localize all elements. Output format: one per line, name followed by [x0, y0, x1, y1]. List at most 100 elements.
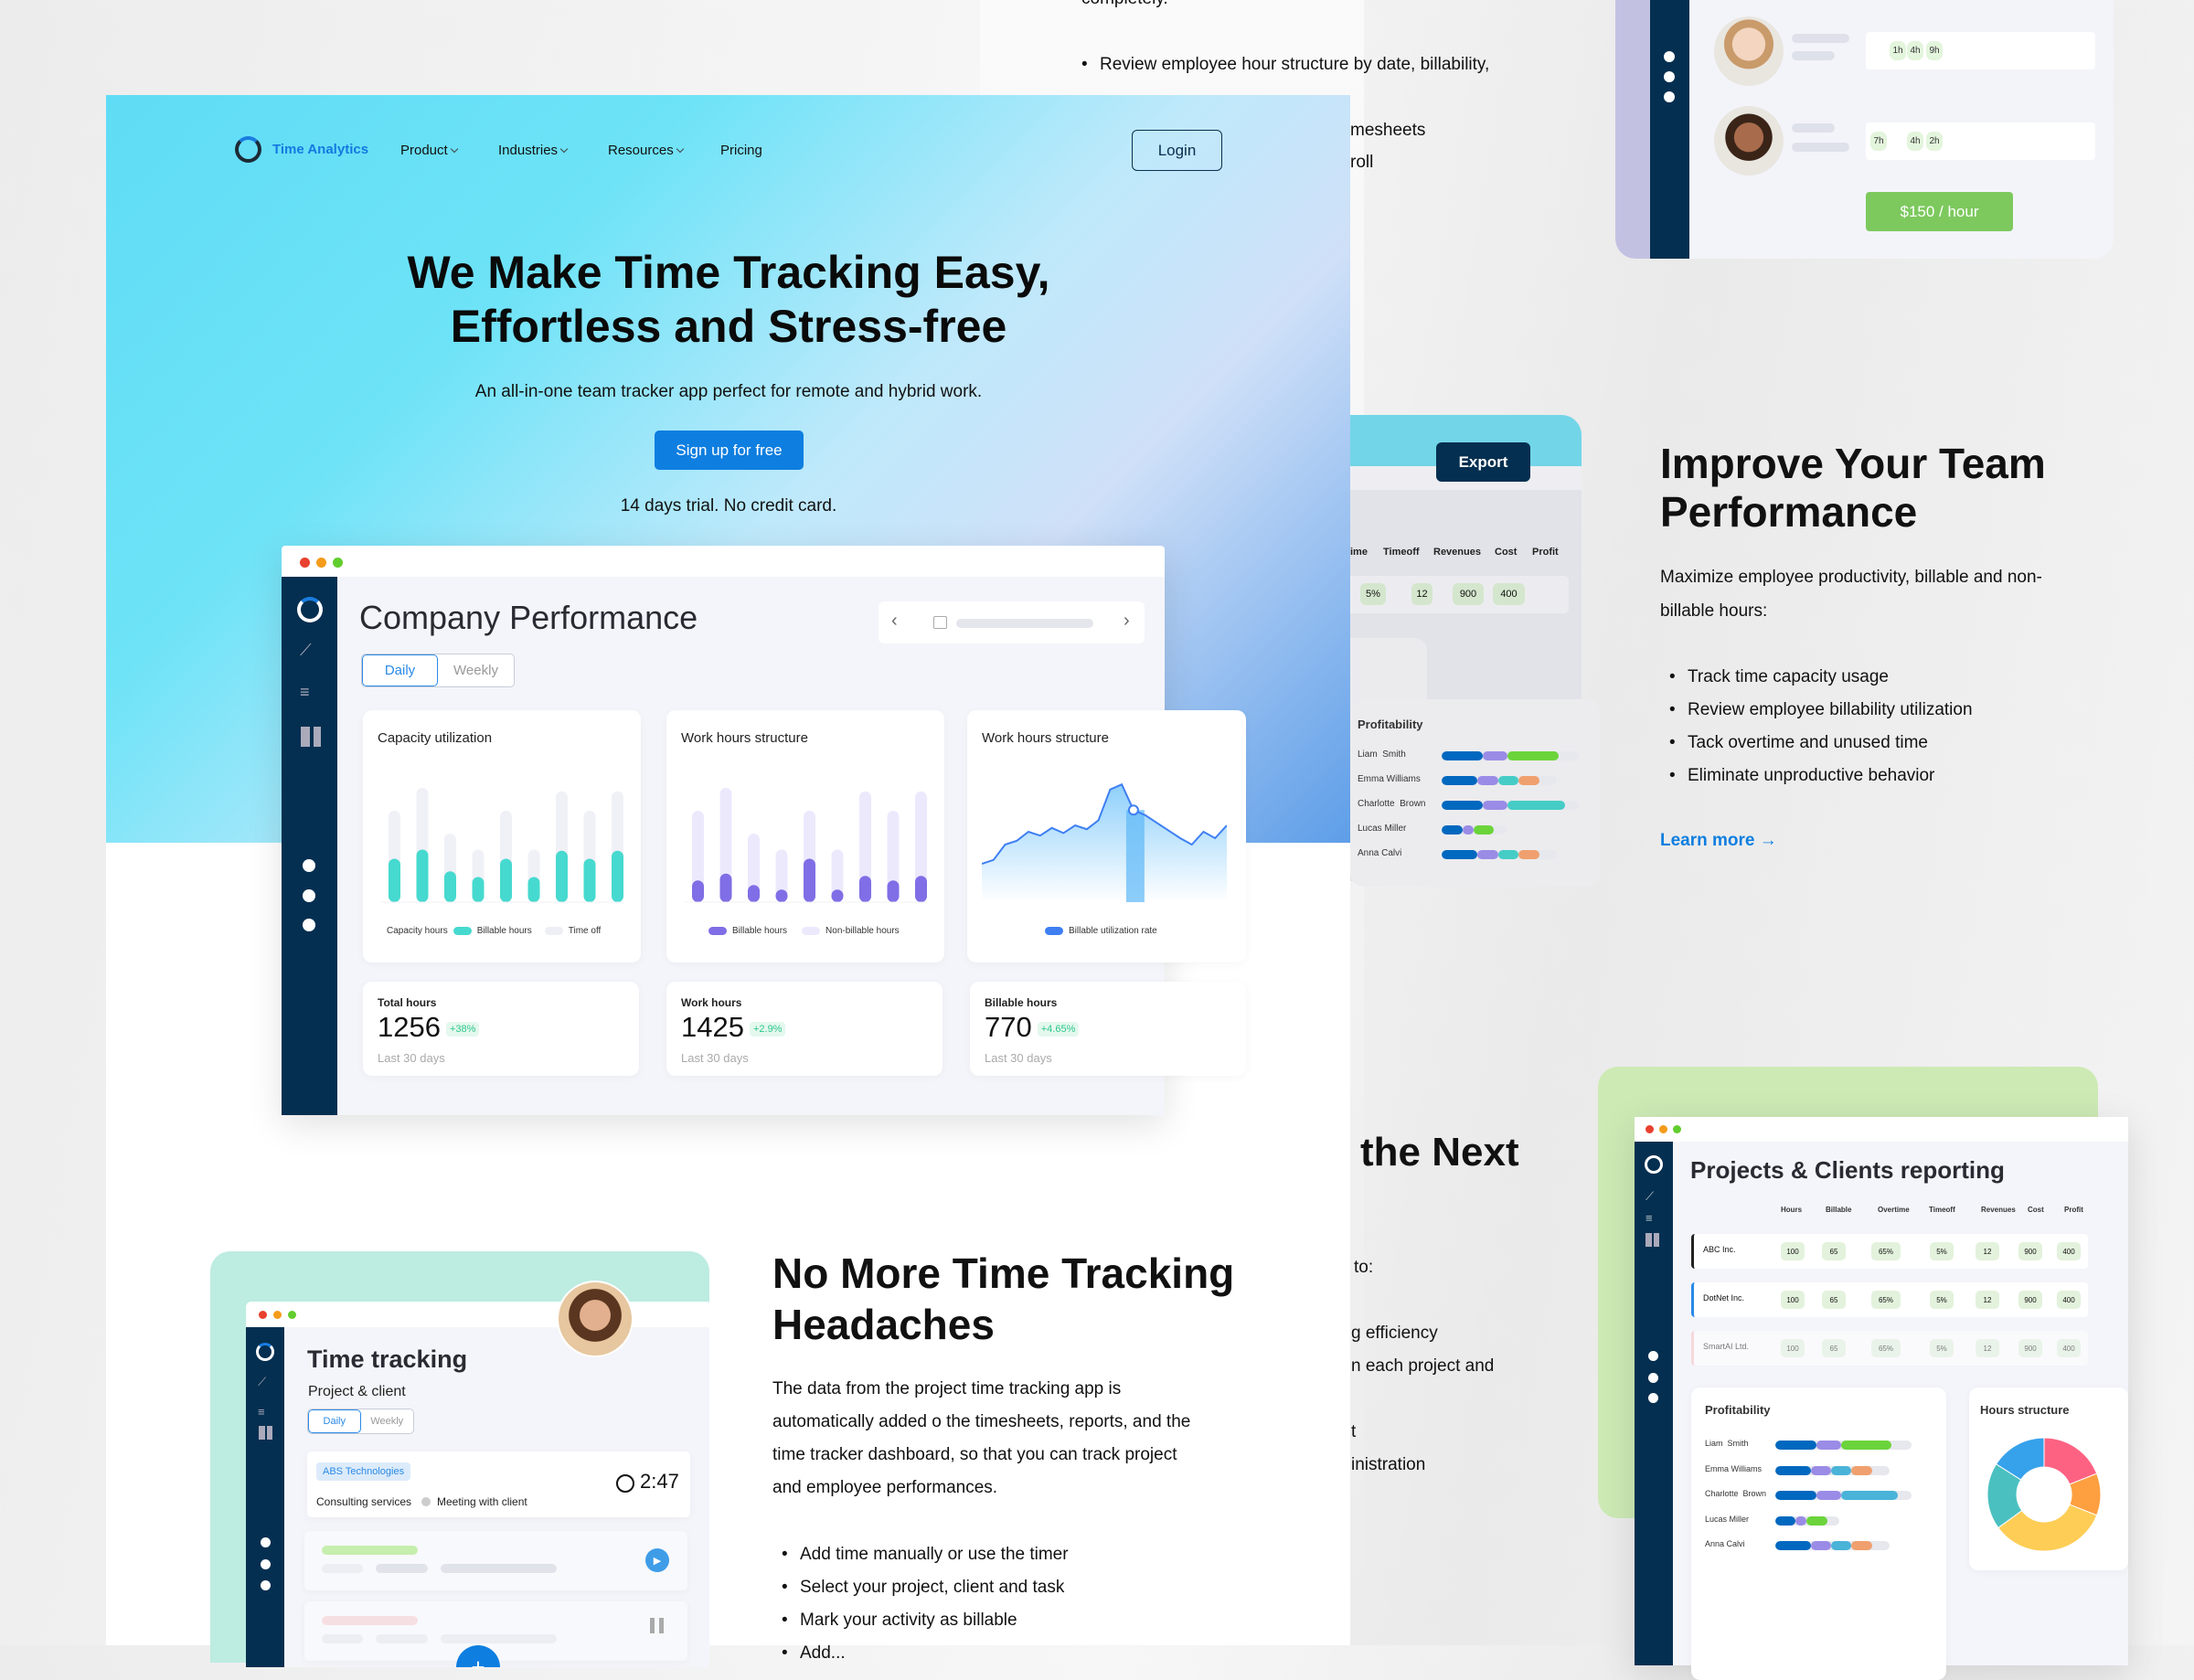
utilization-card: Work hours structure Billable utilizatio…	[967, 710, 1246, 962]
chevron-right-icon[interactable]: ›	[1124, 611, 1130, 632]
window-titlebar	[1635, 1117, 2128, 1142]
minimize-dot[interactable]	[273, 1311, 282, 1319]
column-header: Revenues	[1433, 547, 1481, 558]
analytics-icon[interactable]: ⟋	[258, 1375, 266, 1389]
bar-segment	[1483, 801, 1507, 810]
tasks-icon[interactable]: ≡	[258, 1405, 265, 1419]
bar-fill	[583, 858, 596, 902]
nav-pricing[interactable]: Pricing	[720, 143, 762, 158]
hours-row: 1h 4h 9h	[1866, 32, 2095, 69]
dashboard-icon[interactable]	[259, 1426, 272, 1440]
column-header: Overtime	[1878, 1206, 1910, 1214]
tab-weekly[interactable]: Weekly	[438, 654, 514, 686]
play-icon[interactable]: ▶	[645, 1548, 669, 1572]
hero-subtitle: An all-in-one team tracker app perfect f…	[474, 382, 983, 401]
person-name: Emma Williams	[1705, 1463, 1762, 1473]
time-entry[interactable]: ABS Technologies Consulting services Mee…	[307, 1451, 690, 1517]
section-paragraph: and employee performances.	[772, 1478, 998, 1497]
logo-icon[interactable]	[297, 597, 323, 622]
value-pill: 12	[1411, 583, 1432, 605]
table-row[interactable]: DotNet Inc. 100 65 65% 5% 12 900 400	[1691, 1282, 2088, 1317]
chart-legend: Capacity hours Billable hours Time off	[387, 926, 601, 936]
analytics-icon[interactable]: ⟋	[1646, 1189, 1654, 1204]
table-row[interactable]: SmartAI Ltd. 100 65 65% 5% 12 900 400	[1691, 1331, 2088, 1366]
dashboard-icon[interactable]	[1646, 1233, 1659, 1247]
task-label: Meeting with client	[437, 1495, 527, 1508]
dashboard-icon[interactable]	[301, 727, 321, 747]
bar-fill	[748, 885, 760, 902]
bullet-item: Add...	[782, 1643, 846, 1664]
tab-daily[interactable]: Daily	[362, 654, 439, 686]
date-picker[interactable]: ‹ ›	[879, 601, 1145, 643]
stat-delta-badge: +38%	[445, 1021, 480, 1037]
bar-segment	[1462, 825, 1474, 835]
close-dot[interactable]	[1646, 1125, 1654, 1133]
client-tag: ABS Technologies	[316, 1462, 411, 1481]
nav-resources[interactable]: Resources	[608, 143, 684, 158]
profit-bar	[1775, 1465, 1890, 1475]
legend-swatch	[802, 927, 821, 935]
partial-text: to:	[1354, 1258, 1374, 1277]
hero-title: Effortless and Stress-free	[450, 301, 1007, 352]
stat-value-wrap: 770 +4.65%	[985, 1011, 1080, 1044]
page-title: Time tracking	[307, 1345, 468, 1373]
learn-more-link[interactable]: Learn more →	[1660, 831, 1777, 851]
profit-bar	[1775, 1441, 1912, 1450]
chevron-left-icon[interactable]: ‹	[891, 611, 898, 632]
sidebar-dot	[1648, 1373, 1658, 1383]
time-entry-placeholder[interactable]: ▶	[304, 1531, 687, 1590]
page-title: Company Performance	[359, 599, 698, 636]
person-name: Anna Calvi	[1358, 848, 1402, 858]
person-name: Lucas Miller	[1705, 1514, 1750, 1524]
stat-card: Billable hours 770 +4.65% Last 30 days	[970, 982, 1246, 1076]
maximize-dot[interactable]	[333, 558, 343, 568]
bar-segment	[1775, 1515, 1796, 1526]
export-button[interactable]: Export	[1436, 442, 1530, 482]
logo-icon	[1645, 1155, 1663, 1174]
back-partial-line: mesheets	[1350, 121, 1426, 140]
chevron-down-icon	[450, 144, 458, 154]
avatar	[557, 1281, 634, 1357]
profit-bar	[1775, 1541, 1890, 1550]
time-entry-placeholder[interactable]	[304, 1601, 687, 1661]
bar-segment	[1442, 825, 1463, 835]
nav-industries[interactable]: Industries	[498, 143, 569, 158]
bar-segment	[1518, 776, 1539, 785]
close-dot[interactable]	[259, 1311, 267, 1319]
sidebar-dot	[1648, 1351, 1658, 1361]
trial-note: 14 days trial. No credit card.	[620, 496, 837, 516]
signup-button[interactable]: Sign up for free	[655, 431, 804, 470]
logo-icon[interactable]	[256, 1343, 274, 1361]
maximize-dot[interactable]	[288, 1311, 296, 1319]
maximize-dot[interactable]	[1673, 1125, 1681, 1133]
bar-segment	[1442, 801, 1483, 810]
pause-icon[interactable]	[650, 1618, 664, 1633]
table-row[interactable]: ABC Inc. 100 65 65% 5% 12 900 400	[1691, 1234, 2088, 1269]
nav-product[interactable]: Product	[400, 143, 458, 158]
person-name: Charlotte Brown	[1358, 799, 1426, 809]
brand-name[interactable]: Time Analytics	[272, 142, 368, 157]
bullet-item: Mark your activity as billable	[782, 1611, 1017, 1631]
utilization-line-chart	[982, 782, 1227, 902]
section-title: No More Time Tracking	[772, 1249, 1235, 1297]
tasks-icon[interactable]: ≡	[300, 683, 310, 702]
person-name: Anna Calvi	[1705, 1539, 1745, 1548]
tab-daily[interactable]: Daily	[308, 1409, 361, 1433]
export-table-row: %5%12900400	[1307, 576, 1569, 613]
partial-text: n each project and	[1351, 1356, 1495, 1376]
column-header: Profit	[1532, 547, 1559, 558]
login-button[interactable]: Login	[1132, 130, 1222, 171]
bar-fill	[804, 858, 815, 902]
minimize-dot[interactable]	[1659, 1125, 1667, 1133]
bar-segment	[1775, 1541, 1811, 1550]
minimize-dot[interactable]	[316, 558, 326, 568]
bar-fill	[444, 871, 456, 902]
stat-delta-badge: +4.65%	[1037, 1021, 1080, 1037]
page-subtitle: Project & client	[308, 1384, 406, 1399]
close-dot[interactable]	[300, 558, 310, 568]
analytics-icon[interactable]: ⟋	[300, 641, 312, 660]
hourly-rate-button[interactable]: $150 / hour	[1866, 192, 2013, 231]
tab-weekly[interactable]: Weekly	[361, 1409, 413, 1433]
tasks-icon[interactable]: ≡	[1646, 1211, 1653, 1225]
bar-fill	[775, 889, 788, 902]
